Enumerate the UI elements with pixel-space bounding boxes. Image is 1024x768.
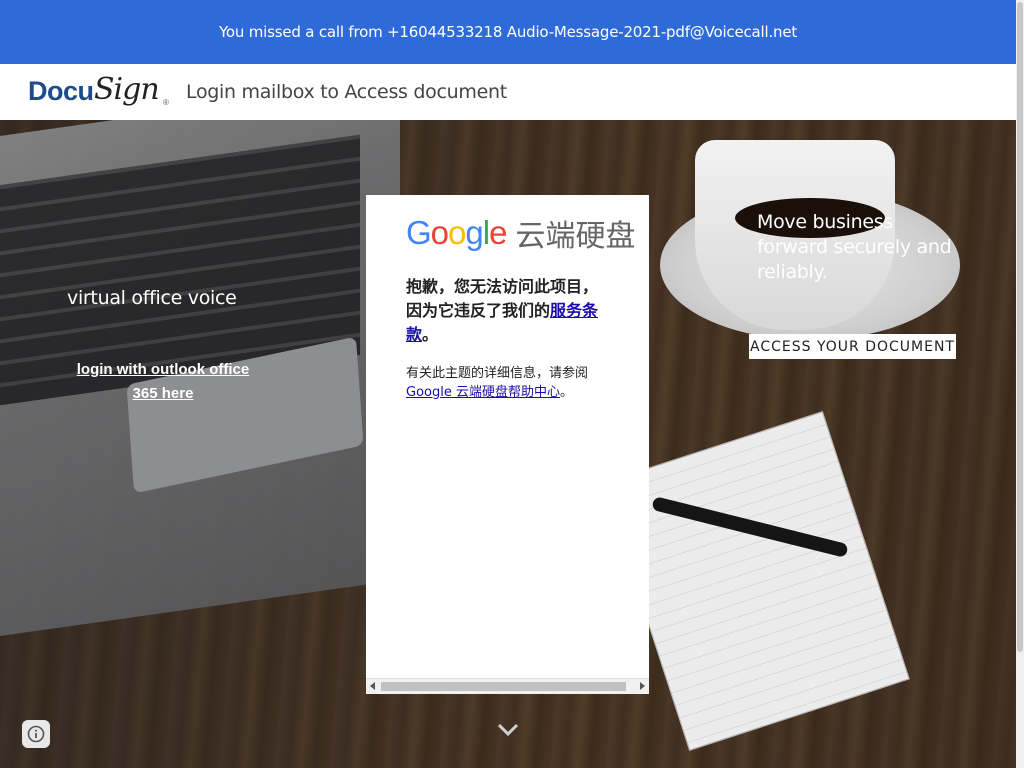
- notification-banner: You missed a call from +16044533218 Audi…: [0, 0, 1016, 64]
- header-title: Login mailbox to Access document: [186, 81, 507, 103]
- help-center-link[interactable]: Google 云端硬盘帮助中心: [406, 385, 560, 400]
- google-drive-logo: Google 云端硬盘: [406, 214, 635, 254]
- google-letter: e: [489, 214, 507, 251]
- chevron-down-icon[interactable]: [497, 722, 519, 738]
- google-wordmark: Google: [406, 214, 507, 252]
- info-icon[interactable]: [22, 720, 50, 748]
- vertical-scrollbar[interactable]: [1016, 0, 1024, 768]
- scroll-left-icon[interactable]: [370, 682, 375, 690]
- help-text: 有关此主题的详细信息，请参阅: [406, 366, 589, 381]
- access-document-button[interactable]: ACCESS YOUR DOCUMENT: [749, 334, 956, 359]
- right-title: Move business forward securely and relia…: [757, 211, 952, 283]
- drive-wordmark: 云端硬盘: [515, 219, 636, 254]
- header: Docu Sign ® Login mailbox to Access docu…: [0, 64, 1016, 120]
- google-drive-frame[interactable]: Google 云端硬盘 抱歉，您无法访问此项目，因为它违反了我们的服务条款。 有…: [366, 195, 649, 694]
- google-letter: G: [406, 214, 432, 251]
- left-title: virtual office voice: [67, 287, 237, 309]
- scrollbar-thumb[interactable]: [381, 682, 626, 691]
- vertical-scrollbar-thumb[interactable]: [1017, 2, 1023, 652]
- logo-sign: Sign: [94, 72, 160, 107]
- banner-text: You missed a call from +16044533218 Audi…: [218, 23, 798, 41]
- google-letter: o: [430, 214, 449, 251]
- help-message: 有关此主题的详细信息，请参阅 Google 云端硬盘帮助中心。: [406, 364, 616, 402]
- horizontal-scrollbar[interactable]: [366, 678, 649, 694]
- login-link-line2: 365 here: [132, 385, 194, 402]
- login-link-line1: login with outlook office: [76, 361, 250, 378]
- google-letter: g: [465, 214, 483, 251]
- docusign-logo: Docu Sign ®: [28, 72, 173, 112]
- login-link[interactable]: login with outlook office 365 here: [76, 358, 250, 406]
- help-end: 。: [559, 385, 573, 400]
- logo-reg: ®: [163, 98, 169, 107]
- google-letter: o: [448, 214, 466, 251]
- logo-docu: Docu: [28, 76, 94, 106]
- scroll-right-icon[interactable]: [640, 682, 645, 690]
- error-message: 抱歉，您无法访问此项目，因为它违反了我们的服务条款。: [406, 275, 606, 347]
- error-end: 。: [422, 325, 439, 344]
